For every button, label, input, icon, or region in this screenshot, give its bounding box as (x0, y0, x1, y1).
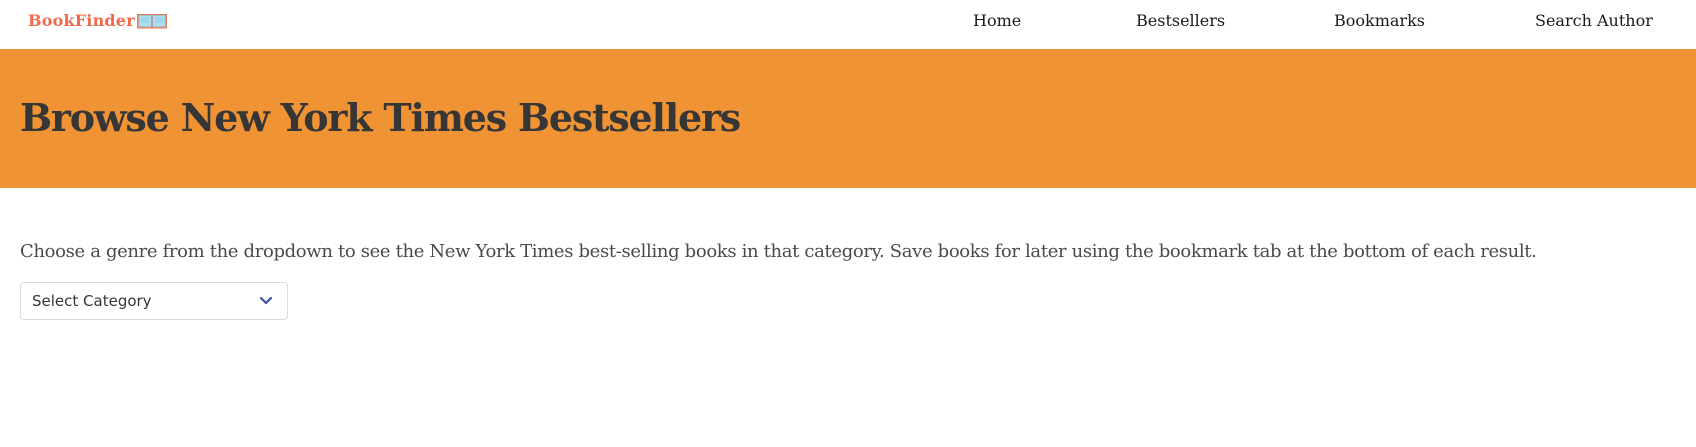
open-book-icon (136, 14, 167, 29)
logo[interactable]: BookFinder (28, 10, 167, 32)
intro-text: Choose a genre from the dropdown to see … (20, 241, 1537, 262)
navbar: BookFinder Home Bestsellers Bookmarks Se… (0, 0, 1696, 49)
page-title: Browse New York Times Bestsellers (20, 95, 741, 140)
logo-text: BookFinder (28, 11, 135, 30)
nav-bookmarks[interactable]: Bookmarks (1334, 10, 1425, 32)
nav-search-author[interactable]: Search Author (1535, 10, 1653, 32)
hero-banner: Browse New York Times Bestsellers (0, 49, 1696, 188)
nav-home[interactable]: Home (973, 10, 1021, 32)
category-select-value: Select Category (32, 292, 152, 310)
nav-bestsellers[interactable]: Bestsellers (1136, 10, 1225, 32)
chevron-down-icon (259, 296, 273, 305)
category-select[interactable]: Select Category (20, 282, 288, 320)
